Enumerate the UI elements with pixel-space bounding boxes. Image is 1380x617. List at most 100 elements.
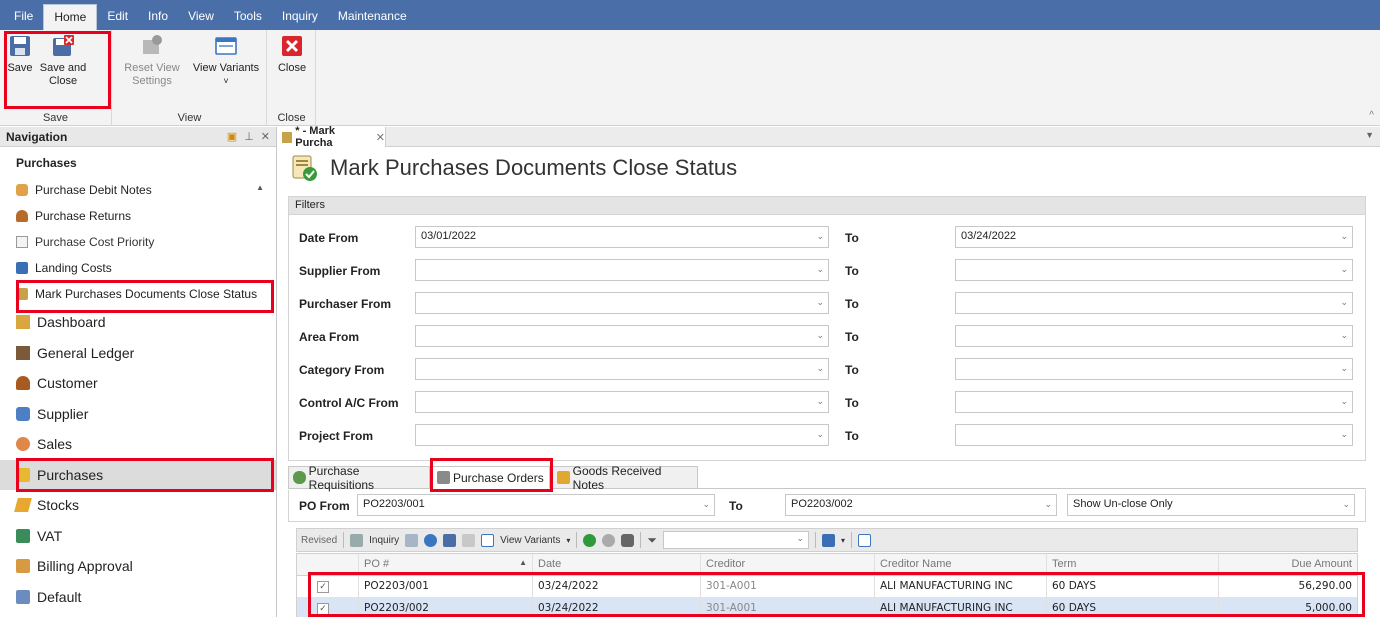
nav-module-default[interactable]: Default [0,582,276,613]
dropdown-arrow-icon[interactable]: ⌄ [816,429,824,440]
dropdown-arrow-icon[interactable]: ⌄ [1340,396,1348,407]
filter-icon[interactable]: ⏷ [647,533,657,548]
menu-file[interactable]: File [4,6,43,28]
close-panel-icon[interactable]: ✕ [261,130,270,143]
area-from-combo[interactable]: ⌄ [415,325,829,347]
nav-item-landing-costs[interactable]: Landing Costs [0,255,276,281]
tab-goods-received-notes[interactable]: Goods Received Notes [552,464,698,492]
toolbar-separator [343,532,345,548]
category-from-combo[interactable]: ⌄ [415,358,829,380]
supplier-to-combo[interactable]: ⌄ [955,259,1353,281]
nav-module-general-ledger[interactable]: General Ledger [0,338,276,369]
print-icon[interactable] [822,533,835,547]
control-ac-to-combo[interactable]: ⌄ [955,391,1353,413]
tab-list-dropdown-icon[interactable]: ▼ [1365,130,1374,140]
menu-home[interactable]: Home [43,4,98,30]
dropdown-arrow-icon[interactable]: ⌄ [1044,499,1052,510]
dropdown-arrow-icon[interactable]: ⌄ [1340,264,1348,275]
stop-icon[interactable] [602,533,616,547]
nav-item-purchase-debit-notes[interactable]: Purchase Debit Notes ▲ [0,177,276,203]
menu-edit[interactable]: Edit [97,6,138,28]
document-tab-label: * - Mark Purcha [295,125,335,149]
inquiry-button[interactable]: Inquiry [369,535,399,546]
menu-info[interactable]: Info [138,6,178,28]
dropdown-arrow-icon[interactable]: ⌄ [1340,429,1348,440]
date-from-combo[interactable]: 03/01/2022 ⌄ [415,226,829,248]
nav-module-customer[interactable]: Customer [0,368,276,399]
toolbar-separator [851,532,853,548]
dropdown-arrow-icon[interactable]: ⌄ [1340,297,1348,308]
close-tab-icon[interactable]: ✕ [376,131,385,144]
revised-button[interactable]: Revised [301,535,337,546]
project-from-combo[interactable]: ⌄ [415,424,829,446]
toolbar-separator [640,532,642,548]
main-content: Mark Purchases Documents Close Status Fi… [278,148,1380,617]
reset-view-label-2: Settings [132,75,172,87]
save-layout-icon[interactable] [443,533,457,547]
project-to-combo[interactable]: ⌄ [955,424,1353,446]
nav-module-stocks[interactable]: Stocks [0,490,276,521]
menu-bar: File Home Edit Info View Tools Inquiry M… [0,0,1380,30]
dropdown-arrow-icon[interactable]: ⌄ [1342,499,1350,510]
dropdown-arrow-icon[interactable]: ⌄ [816,330,824,341]
binoculars-icon[interactable] [621,533,635,547]
nav-module-label: Supplier [37,405,89,422]
nav-module-label: Default [37,588,82,605]
reset-view-label-1: Reset View [124,62,180,74]
pin-icon[interactable]: ⊥ [244,130,254,143]
filter-label: Project From [299,429,374,443]
show-filter-combo[interactable]: Show Un-close Only ⌄ [1067,494,1355,516]
nav-module-billing-approval[interactable]: Billing Approval [0,551,276,582]
nav-module-vat[interactable]: VAT [0,521,276,552]
chevron-down-icon[interactable]: ▾ [841,536,845,545]
tab-label: Purchase Requisitions [308,463,375,492]
edit-report-icon[interactable] [858,533,872,547]
area-to-combo[interactable]: ⌄ [955,325,1353,347]
menu-inquiry[interactable]: Inquiry [272,6,328,28]
dropdown-arrow-icon[interactable]: ⌄ [816,231,824,242]
dropdown-arrow-icon[interactable]: ⌄ [816,396,824,407]
dropdown-arrow-icon[interactable]: ⌄ [1340,363,1348,374]
close-button[interactable]: Close [276,34,308,75]
float-panel-icon[interactable]: ▣ [227,130,237,143]
ribbon: Save Save and Close Save Reset View Sett… [0,30,1380,126]
tab-purchase-requisitions[interactable]: Purchase Requisitions [288,463,430,492]
document-icon[interactable] [405,533,419,547]
purchaser-to-combo[interactable]: ⌄ [955,292,1353,314]
control-ac-from-combo[interactable]: ⌄ [415,391,829,413]
toolbar-filter-combo[interactable]: ⌄ [663,531,809,549]
dropdown-arrow-icon[interactable]: ⌄ [702,499,710,510]
collapse-ribbon-icon[interactable]: ^ [1369,110,1374,121]
chevron-down-icon[interactable]: ▾ [566,536,570,545]
go-icon[interactable] [583,533,597,547]
menu-view[interactable]: View [178,6,224,28]
dropdown-arrow-icon[interactable]: ⌄ [796,533,804,544]
nav-module-supplier[interactable]: Supplier [0,399,276,430]
category-to-combo[interactable]: ⌄ [955,358,1353,380]
filter-row-purchaser: Purchaser From ⌄ To ⌄ [289,292,1365,316]
document-tab[interactable]: * - Mark Purcha ✕ [278,125,386,149]
po-to-combo[interactable]: PO2203/002 ⌄ [785,494,1057,516]
supplier-from-combo[interactable]: ⌄ [415,259,829,281]
export-icon[interactable] [462,533,476,547]
scroll-up-icon[interactable]: ▲ [256,183,264,192]
dropdown-arrow-icon[interactable]: ⌄ [1340,231,1348,242]
view-variants-toolbar-button[interactable]: View Variants [500,535,560,546]
date-to-combo[interactable]: 03/24/2022 ⌄ [955,226,1353,248]
dropdown-arrow-icon[interactable]: ⌄ [816,264,824,275]
filter-row-date: Date From 03/01/2022 ⌄ To 03/24/2022 ⌄ [289,226,1365,250]
page-header: Mark Purchases Documents Close Status [290,154,737,182]
dropdown-arrow-icon[interactable]: ⌄ [816,297,824,308]
nav-item-purchase-cost-priority[interactable]: Purchase Cost Priority [0,229,276,255]
nav-item-purchase-returns[interactable]: Purchase Returns [0,203,276,229]
dropdown-arrow-icon[interactable]: ⌄ [816,363,824,374]
menu-maintenance[interactable]: Maintenance [328,6,417,28]
nav-module-sales[interactable]: Sales [0,429,276,460]
menu-tools[interactable]: Tools [224,6,272,28]
refresh-icon[interactable] [424,533,438,547]
po-from-combo[interactable]: PO2203/001 ⌄ [357,494,715,516]
dropdown-arrow-icon[interactable]: ⌄ [1340,330,1348,341]
purchaser-from-combo[interactable]: ⌄ [415,292,829,314]
view-variants-button[interactable]: View Variants ˅ [189,34,263,88]
reset-view-settings-button[interactable]: Reset View Settings [123,34,181,88]
